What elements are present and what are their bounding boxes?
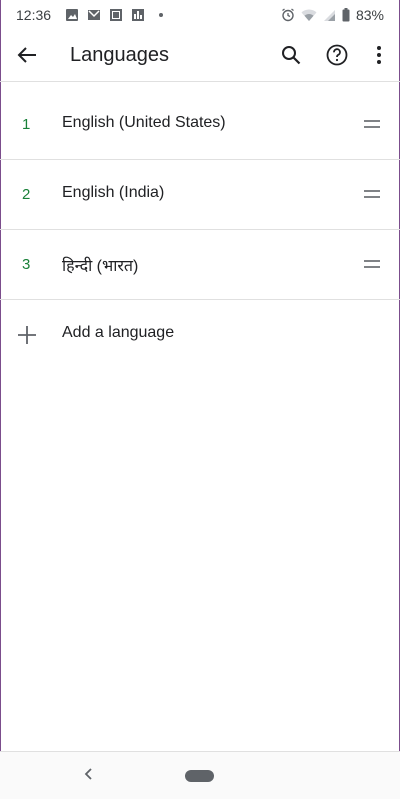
status-right: 83% — [281, 7, 384, 23]
arrow-left-icon — [16, 44, 38, 71]
language-list: 1 English (United States) 2 English (Ind… — [0, 90, 400, 370]
battery-percent: 83% — [355, 7, 384, 23]
language-row-1[interactable]: 1 English (United States) — [0, 90, 400, 160]
gallery-icon — [109, 8, 123, 22]
nav-home-pill[interactable] — [185, 770, 214, 782]
wifi-icon — [301, 9, 317, 22]
more-notifications-dot — [159, 13, 164, 17]
search-icon — [280, 44, 302, 71]
alarm-icon — [281, 8, 295, 22]
language-rank: 3 — [22, 256, 31, 273]
drag-handle-icon[interactable] — [362, 117, 382, 131]
more-options-button[interactable] — [364, 42, 394, 72]
nav-back-button[interactable] — [78, 766, 98, 786]
image-icon — [65, 8, 79, 22]
language-row-3[interactable]: 3 हिन्दी (भारत) — [0, 230, 400, 300]
signal-icon — [323, 9, 336, 22]
language-rank: 2 — [22, 186, 31, 203]
system-nav-bar — [0, 751, 400, 799]
help-icon — [325, 43, 349, 72]
status-bar: 12:36 83% — [0, 0, 400, 30]
language-name: हिन्दी (भारत) — [62, 258, 139, 275]
chevron-left-icon — [83, 767, 93, 786]
gmail-icon — [87, 8, 101, 22]
search-button[interactable] — [276, 42, 306, 72]
stats-icon — [131, 8, 145, 22]
plus-icon — [16, 324, 38, 346]
app-bar: Languages — [0, 30, 400, 82]
help-button[interactable] — [322, 42, 352, 72]
back-button[interactable] — [12, 42, 42, 72]
add-language-label: Add a language — [62, 324, 175, 341]
drag-handle-icon[interactable] — [362, 187, 382, 201]
language-name: English (United States) — [62, 114, 226, 131]
drag-handle-icon[interactable] — [362, 257, 382, 271]
language-name: English (India) — [62, 184, 165, 201]
more-vert-icon — [376, 45, 382, 70]
language-row-2[interactable]: 2 English (India) — [0, 160, 400, 230]
status-left: 12:36 — [16, 7, 164, 23]
battery-icon — [342, 8, 350, 22]
add-language-button[interactable]: Add a language — [0, 300, 400, 370]
language-rank: 1 — [22, 116, 31, 133]
status-time: 12:36 — [16, 7, 52, 23]
page-title: Languages — [70, 44, 169, 66]
